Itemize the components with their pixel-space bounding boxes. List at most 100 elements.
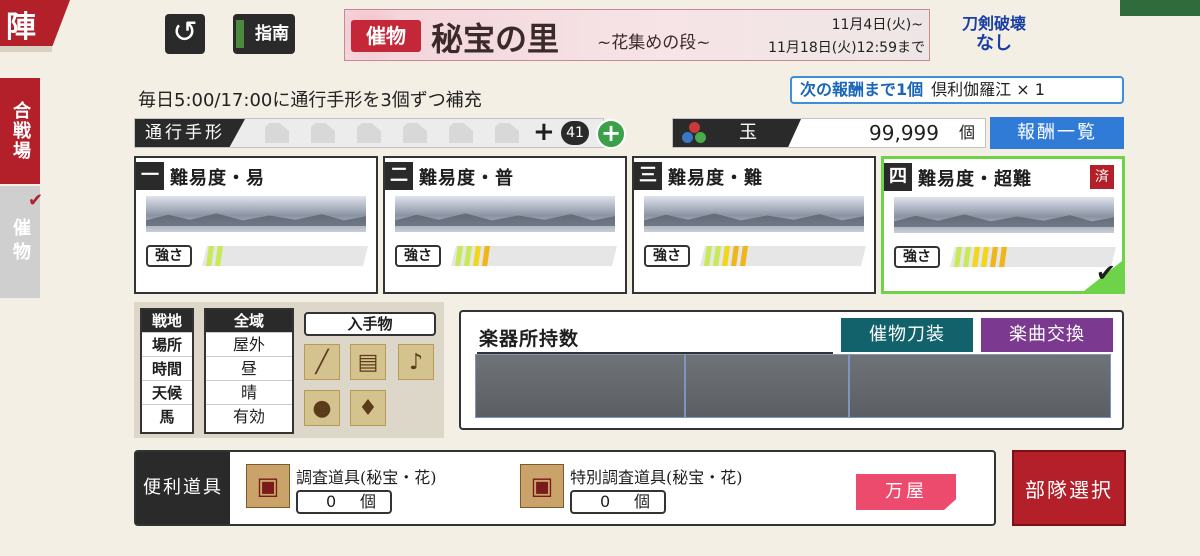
- reward-list-button[interactable]: 報酬一覧: [990, 117, 1124, 149]
- strength-segment: [981, 247, 989, 267]
- banner-date-start: 11月4日(火)~: [831, 17, 923, 33]
- tool-name: 特別調査道具(秘宝・花): [570, 468, 743, 487]
- tab-battlefield[interactable]: 合戦場: [0, 78, 40, 184]
- party-select-button[interactable]: 部隊選択: [1012, 450, 1126, 526]
- filter-header-field: 戦地: [142, 310, 192, 332]
- difficulty-name: 難易度・普: [419, 168, 514, 189]
- strength-segment: [464, 246, 472, 266]
- filter-label-place: 場所: [142, 332, 192, 356]
- event-sword-button[interactable]: 催物刀装: [841, 318, 973, 352]
- difficulty-card[interactable]: 三難易度・難強さ: [632, 156, 876, 294]
- filter-labels: 戦地 場所 時間 天候 馬: [140, 308, 194, 434]
- strength-segment: [713, 246, 721, 266]
- difficulty-card[interactable]: 四難易度・超難 済強さ ✔: [881, 156, 1125, 294]
- instrument-slot: [685, 354, 849, 418]
- strength-meter: [950, 247, 1116, 267]
- tool-count-value: 0: [326, 492, 337, 511]
- tool-count-unit: 個: [360, 492, 377, 511]
- sword-break-status: 刀剣破壊 なし: [962, 10, 1026, 62]
- filter-value-place: 屋外: [206, 332, 292, 356]
- filter-value-horse: 有効: [206, 404, 292, 428]
- filter-header-area: 全域: [206, 310, 292, 332]
- filter-value-weather: 晴: [206, 380, 292, 404]
- shamisen-icon[interactable]: ♪: [398, 344, 434, 380]
- banner-subtitle: ~花集めの段~: [597, 33, 711, 53]
- strength-segment: [455, 246, 463, 266]
- check-icon: ✔: [28, 190, 44, 211]
- corner-title: 陣: [0, 0, 70, 46]
- landscape-image: [395, 196, 615, 232]
- gem-icon: [681, 122, 707, 144]
- tool-count-value: 0: [600, 492, 611, 511]
- difficulty-card[interactable]: 二難易度・普 強さ: [383, 156, 627, 294]
- music-exchange-button[interactable]: 楽曲交換: [981, 318, 1113, 352]
- strength-segment: [999, 247, 1007, 267]
- landscape-image: [644, 196, 864, 232]
- filter-panel: 戦地 場所 時間 天候 馬 全域 屋外 昼 晴 有効 入手物 ╱ ▤ ♪ ● ♦: [134, 302, 444, 438]
- instrument-slot: [475, 354, 685, 418]
- koto-icon[interactable]: ▤: [350, 344, 386, 380]
- gem-unit: 個: [958, 123, 975, 142]
- strength-segment: [972, 247, 980, 267]
- pass-ticket-icon: [357, 123, 381, 143]
- pass-ticket-icon: [265, 123, 289, 143]
- instruments-panel: 楽器所持数 催物刀装 楽曲交換: [459, 310, 1124, 430]
- pass-ticket-icon: [311, 123, 335, 143]
- guide-button[interactable]: 指南: [233, 14, 295, 54]
- difficulty-number: 三: [634, 162, 662, 190]
- landscape-image: [146, 196, 366, 232]
- strength-segment: [473, 246, 481, 266]
- tools-panel: 便利道具 ▣ 調査道具(秘宝・花) 0 個 ▣ 特別調査道具(秘宝・花) 0 個…: [134, 450, 996, 526]
- instrument-slot: [849, 354, 1111, 418]
- gem-value: 99,999: [869, 121, 939, 145]
- pass-bar: 通行手形 + 41: [134, 117, 604, 148]
- drum-icon[interactable]: ●: [304, 390, 340, 426]
- refill-notice: 毎日5:00/17:00に通行手形を3個ずつ補充: [138, 90, 482, 111]
- filter-value-time: 昼: [206, 356, 292, 380]
- filter-values: 全域 屋外 昼 晴 有効: [204, 308, 294, 434]
- add-pass-button[interactable]: +: [596, 119, 626, 149]
- strength-segment: [704, 246, 712, 266]
- banner-date-end: 11月18日(火)12:59まで: [768, 40, 925, 56]
- strength-label: 強さ: [395, 245, 441, 267]
- difficulty-name: 難易度・難: [668, 168, 763, 189]
- strength-segment: [990, 247, 998, 267]
- strength-segment: [740, 246, 748, 266]
- pass-ticket-icon: [403, 123, 427, 143]
- corner-edge: [0, 46, 52, 52]
- instruments-title: 楽器所持数: [479, 328, 580, 350]
- gem-bar: 玉 99,999 個: [672, 118, 986, 148]
- strength-segment: [206, 246, 214, 266]
- cleared-badge: 済: [1090, 165, 1114, 189]
- strength-meter: [700, 246, 866, 266]
- loot-header: 入手物: [304, 312, 436, 336]
- difficulty-number: 四: [884, 163, 912, 191]
- filter-label-weather: 天候: [142, 380, 192, 404]
- strength-meter: [202, 246, 368, 266]
- back-button[interactable]: ↺: [165, 14, 205, 54]
- tools-label: 便利道具: [136, 452, 230, 524]
- break-status-line2: なし: [976, 33, 1012, 54]
- landscape-image: [894, 197, 1114, 233]
- tool-name: 調査道具(秘宝・花): [296, 468, 437, 487]
- tool-count: 0 個: [570, 490, 666, 514]
- pass-ticket-icon: [495, 123, 519, 143]
- next-reward-label: 次の報酬まで1個: [800, 80, 924, 99]
- strength-segment: [722, 246, 730, 266]
- tool-count: 0 個: [296, 490, 392, 514]
- bell-icon[interactable]: ♦: [350, 390, 386, 426]
- gem-label: 玉: [739, 122, 757, 143]
- strength-segment: [954, 247, 962, 267]
- strength-meter: [451, 246, 617, 266]
- shop-button[interactable]: 万屋: [856, 474, 956, 510]
- strength-label: 強さ: [894, 246, 940, 268]
- pass-label: 通行手形: [135, 119, 245, 147]
- filter-label-time: 時間: [142, 356, 192, 380]
- strength-segment: [963, 247, 971, 267]
- event-banner[interactable]: 催物 秘宝の里 ~花集めの段~ 11月4日(火)~ 11月18日(火)12:59…: [344, 9, 930, 61]
- tool-count-unit: 個: [634, 492, 651, 511]
- difficulty-card[interactable]: 一難易度・易 強さ: [134, 156, 378, 294]
- strength-label: 強さ: [644, 245, 690, 267]
- difficulty-name: 難易度・超難: [918, 169, 1032, 190]
- flute-icon[interactable]: ╱: [304, 344, 340, 380]
